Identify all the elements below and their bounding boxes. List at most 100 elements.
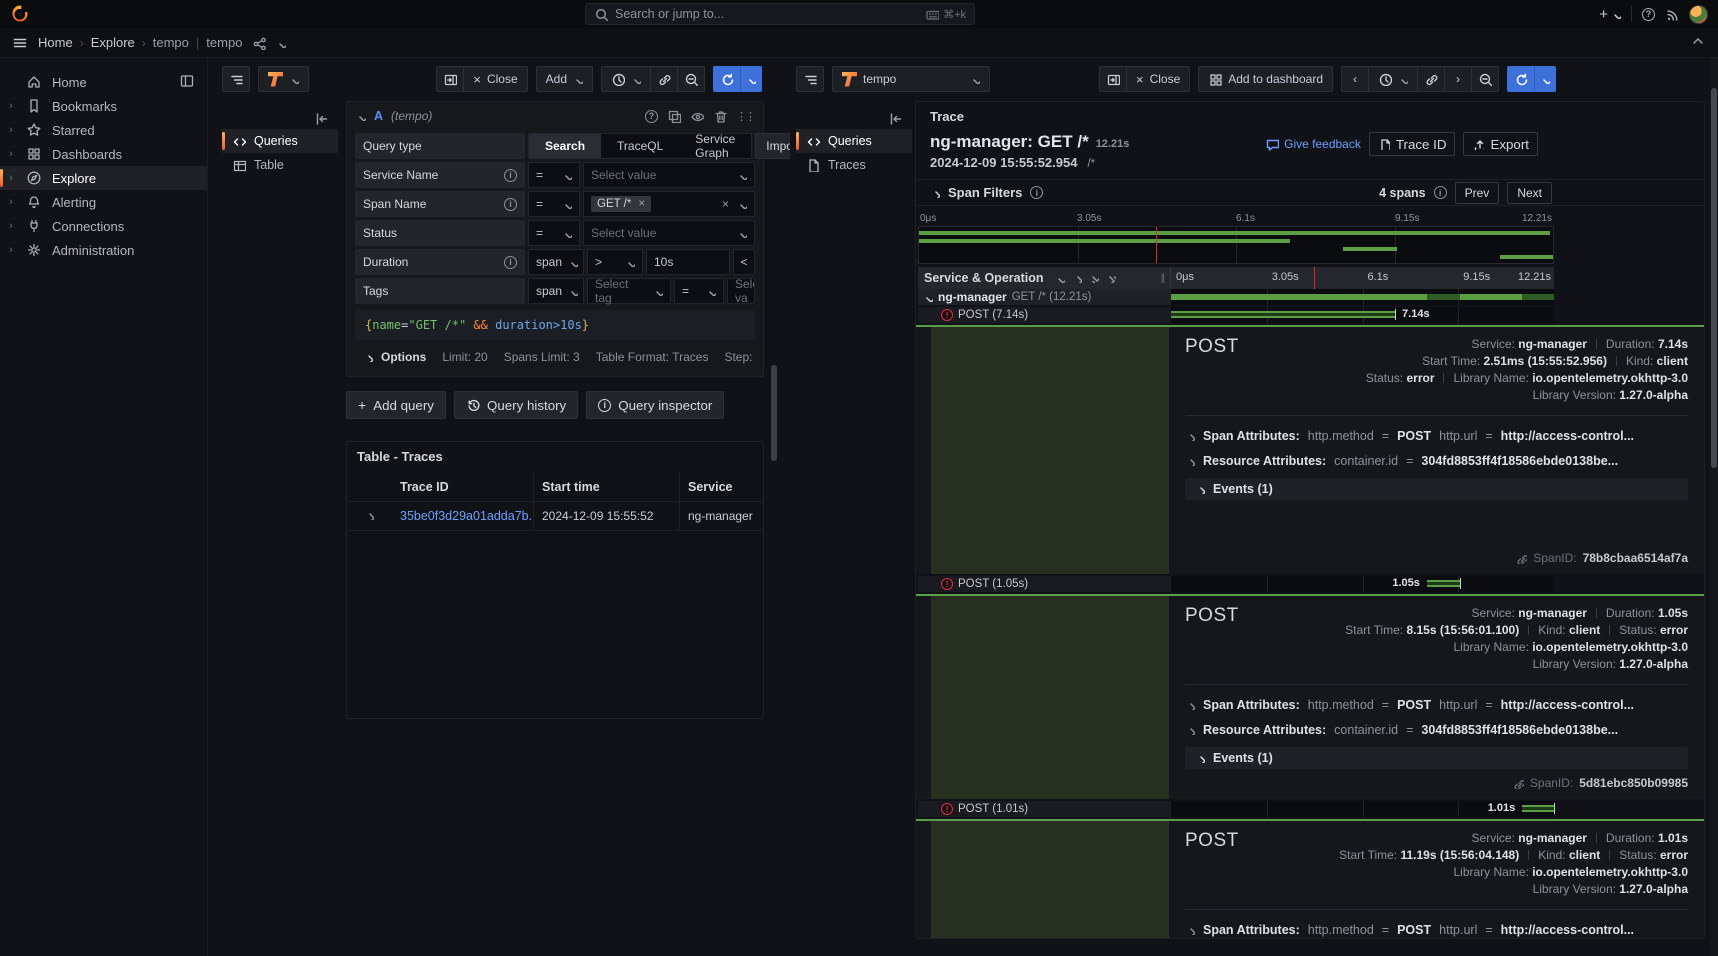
span-filters-bar[interactable]: Span Filters i 4 spans i Prev Next — [916, 179, 1704, 206]
expand-one-icon[interactable] — [1072, 273, 1082, 283]
export-button[interactable]: Export — [1463, 132, 1538, 156]
span-row-post-2[interactable]: !POST (1.05s) 1.05s — [918, 576, 1554, 592]
sidebar-item-dashboards[interactable]: › Dashboards — [0, 142, 207, 166]
collapse-left-icon[interactable] — [888, 111, 902, 125]
events-row[interactable]: Events (1) — [1185, 747, 1688, 769]
span-attributes-row[interactable]: Span Attributes: http.method=POST http.u… — [1185, 423, 1688, 448]
resource-attributes-row[interactable]: Resource Attributes: container.id=304fd8… — [1185, 717, 1688, 742]
span-attributes-row[interactable]: Span Attributes: http.method=POST http.u… — [1185, 917, 1688, 939]
service-name-value-select[interactable]: Select value — [583, 162, 755, 188]
prev-span-button[interactable]: Prev — [1455, 182, 1500, 204]
span-name-op-select[interactable]: = — [528, 191, 580, 217]
duration-op-select[interactable]: > — [587, 249, 643, 275]
span-name-value-select[interactable]: GET /*× × — [583, 191, 755, 217]
zoom-out-button[interactable] — [1471, 66, 1499, 92]
expand-icon[interactable]: › — [6, 244, 16, 256]
collapse-toolbar-icon[interactable] — [1690, 33, 1704, 47]
status-value-select[interactable]: Select value — [583, 220, 755, 246]
breadcrumb-explore[interactable]: Explore — [91, 35, 135, 50]
help-icon[interactable]: ? — [1642, 8, 1655, 21]
run-query-button[interactable] — [713, 66, 741, 92]
close-split-button[interactable]: ×Close — [1126, 66, 1190, 92]
new-menu-button[interactable]: + — [1599, 6, 1621, 23]
span-bar[interactable] — [1171, 294, 1554, 300]
span-bar[interactable] — [1171, 311, 1395, 318]
span-bar[interactable] — [1427, 580, 1460, 587]
expand-icon[interactable]: › — [6, 196, 16, 208]
trace-id-button[interactable]: Trace ID — [1369, 132, 1456, 156]
trace-id-link[interactable]: 35be0f3d29a01adda7b... — [400, 509, 533, 523]
tags-value-select[interactable]: Select va — [727, 278, 755, 304]
query-inspector-button[interactable]: iQuery inspector — [586, 391, 724, 419]
content-nav-table[interactable]: Table — [222, 153, 338, 177]
expand-icon[interactable]: › — [6, 172, 16, 184]
zoom-out-button[interactable] — [677, 66, 705, 92]
span-row-root[interactable]: ng-manager GET /* (12.21s) — [918, 289, 1554, 305]
import-trace-button[interactable]: Import trace — [755, 133, 790, 159]
span-name-chip[interactable]: GET /*× — [591, 196, 651, 212]
tags-op-select[interactable]: = — [674, 278, 724, 304]
time-shift-back-button[interactable]: ‹ — [1341, 66, 1369, 92]
status-op-select[interactable]: = — [528, 220, 580, 246]
span-attributes-row[interactable]: Span Attributes: http.method=POST http.u… — [1185, 692, 1688, 717]
datasource-picker[interactable] — [258, 66, 309, 92]
add-query-button[interactable]: +Add query — [346, 391, 446, 419]
sidebar-item-administration[interactable]: › Administration — [0, 238, 207, 262]
span-id-row[interactable]: SpanID:5d81ebc850b09985 — [1185, 769, 1688, 794]
content-nav-traces[interactable]: Traces — [796, 153, 912, 177]
trace-minimap[interactable]: 0μs 3.05s 6.1s 9.15s 12.21s — [918, 213, 1554, 264]
window-scrollbar[interactable] — [1710, 58, 1718, 956]
chevron-down-icon[interactable] — [356, 111, 366, 121]
chevron-down-icon[interactable] — [276, 38, 286, 48]
duration-op2-select[interactable]: < — [733, 249, 755, 275]
collapse-all-icon[interactable] — [1089, 273, 1099, 283]
news-icon[interactable] — [1665, 7, 1679, 21]
duration-value-input[interactable]: 10s — [646, 249, 730, 275]
copy-link-button[interactable] — [1417, 66, 1445, 92]
events-row[interactable]: Events (1) — [1185, 478, 1688, 500]
panel-title[interactable]: Trace — [916, 102, 1704, 131]
panel-title[interactable]: Table - Traces — [347, 442, 763, 473]
expand-row-icon[interactable] — [364, 510, 374, 520]
close-split-button[interactable]: ×Close — [463, 66, 527, 92]
breadcrumb-tempo-left[interactable]: tempo — [153, 35, 189, 50]
time-picker-button[interactable] — [601, 66, 651, 92]
left-pane-scrollbar[interactable] — [771, 365, 777, 461]
query-row-header[interactable]: A (tempo) ? ⋮⋮ — [347, 102, 763, 130]
collapse-left-icon[interactable] — [314, 111, 328, 125]
chevron-down-icon[interactable] — [923, 292, 933, 302]
time-shift-forward-button[interactable]: › — [1444, 66, 1472, 92]
sidebar-item-starred[interactable]: › Starred — [0, 118, 207, 142]
expand-all-icon[interactable] — [1106, 273, 1116, 283]
table-row[interactable]: 35be0f3d29a01adda7b... 2024-12-09 15:55:… — [347, 502, 763, 531]
expand-icon[interactable]: › — [6, 100, 16, 112]
breadcrumb-tempo-right[interactable]: tempo — [206, 35, 242, 50]
run-query-button[interactable] — [1507, 66, 1535, 92]
sidebar-item-explore[interactable]: › Explore — [0, 166, 207, 190]
service-name-op-select[interactable]: = — [528, 162, 580, 188]
sidebar-item-home[interactable]: Home — [0, 70, 207, 94]
split-open-button[interactable] — [1099, 66, 1127, 92]
give-feedback-link[interactable]: Give feedback — [1265, 137, 1361, 151]
span-row-post-3[interactable]: !POST (1.01s) 1.01s — [918, 801, 1554, 817]
copy-link-button[interactable] — [650, 66, 678, 92]
add-button[interactable]: Add — [536, 66, 593, 92]
hide-response-icon[interactable] — [690, 109, 704, 123]
share-icon[interactable] — [252, 36, 266, 50]
query-help-icon[interactable]: ? — [645, 110, 658, 123]
col-start-time[interactable]: Start time — [533, 473, 679, 501]
breadcrumb-home[interactable]: Home — [38, 35, 73, 50]
drag-handle-icon[interactable]: ⋮⋮ — [736, 110, 754, 123]
resource-attributes-row[interactable]: Resource Attributes: container.id=304fd8… — [1185, 448, 1688, 473]
span-id-row[interactable]: SpanID:78b8cbaa6514af7a — [1185, 544, 1688, 569]
content-nav-queries[interactable]: Queries — [222, 129, 338, 153]
remove-query-icon[interactable] — [713, 109, 727, 123]
span-bar[interactable] — [1522, 805, 1554, 812]
col-service[interactable]: Service — [679, 473, 763, 501]
time-picker-button[interactable] — [1368, 66, 1418, 92]
add-to-dashboard-button[interactable]: Add to dashboard — [1198, 66, 1333, 92]
collapse-one-icon[interactable] — [1055, 273, 1065, 283]
content-nav-queries[interactable]: Queries — [796, 129, 912, 153]
split-open-button[interactable] — [436, 66, 464, 92]
expand-icon[interactable]: › — [6, 220, 16, 232]
